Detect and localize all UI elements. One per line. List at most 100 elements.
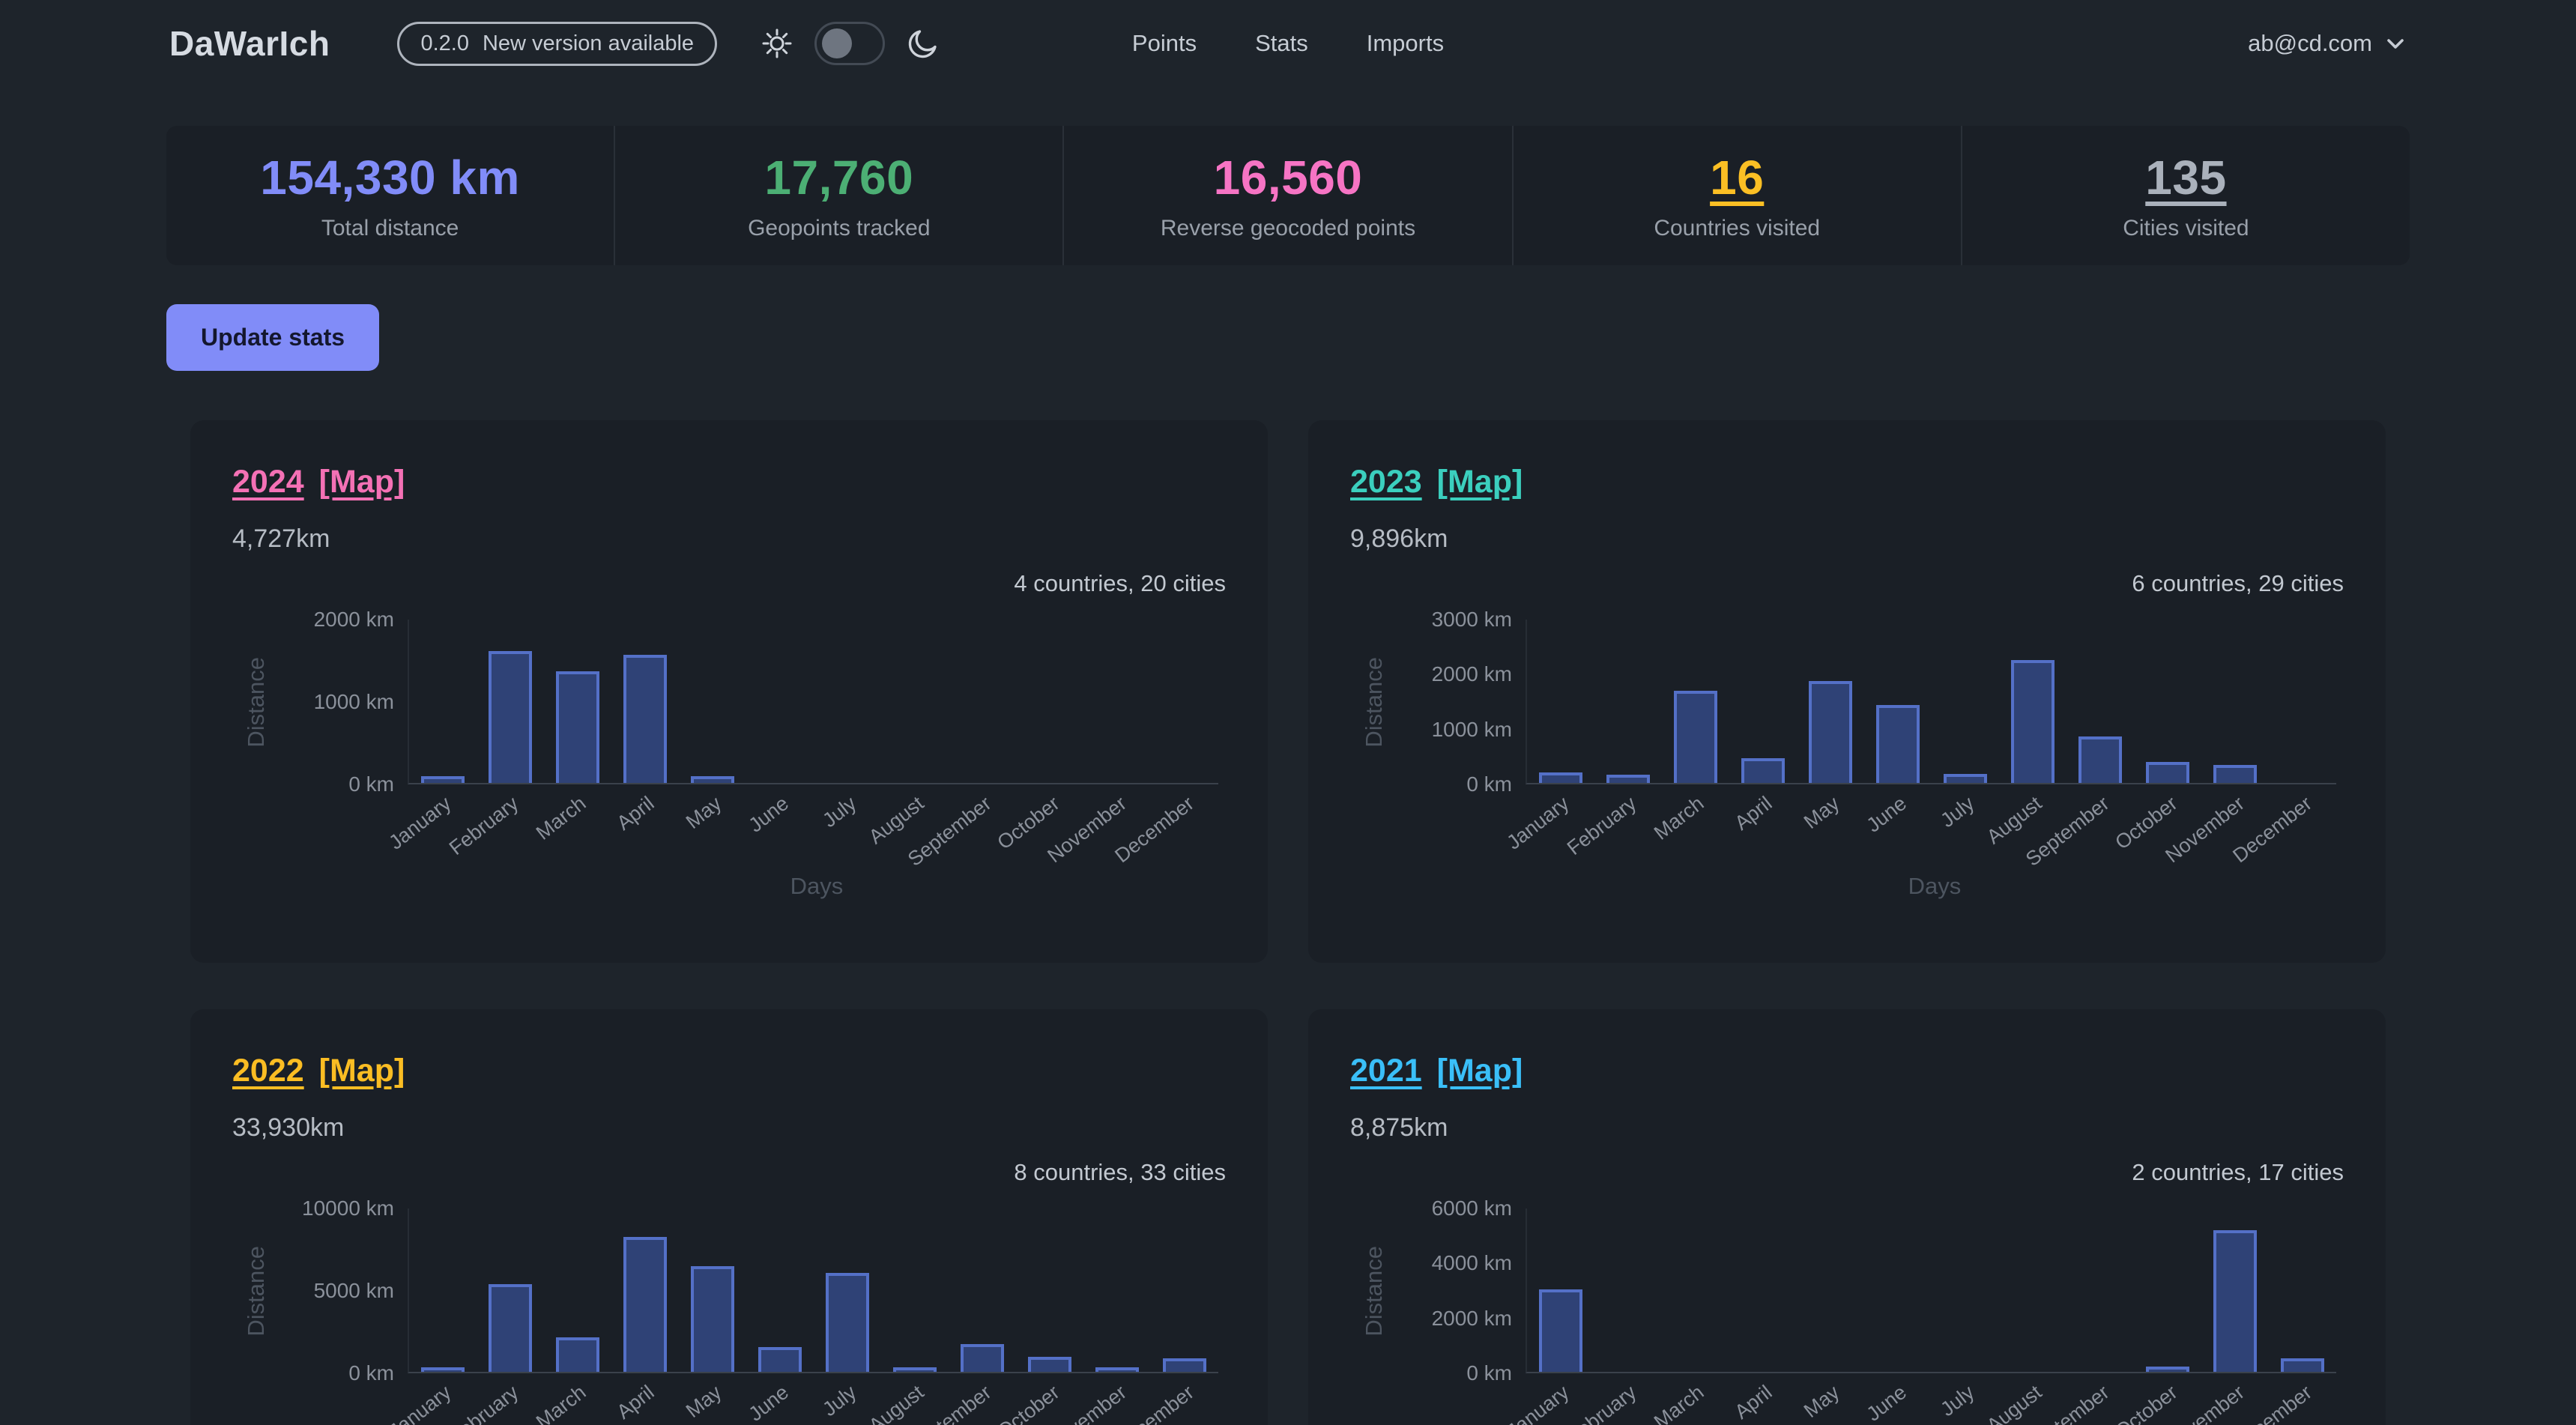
top-navbar: DaWarIch 0.2.0 New version available bbox=[0, 0, 2576, 87]
year-cards-grid: 2024 [Map] 4,727km 4 countries, 20 citie… bbox=[190, 420, 2386, 1425]
bar-january bbox=[421, 1367, 465, 1372]
x-axis-title: Days bbox=[1350, 873, 2344, 903]
stat-total-distance: 154,330 km Total distance bbox=[166, 126, 614, 265]
stat-value: 17,760 bbox=[764, 150, 913, 205]
toggle-knob bbox=[822, 28, 852, 58]
y-tick-label: 0 km bbox=[348, 772, 394, 796]
y-tick-label: 3000 km bbox=[1432, 608, 1512, 632]
bar-august bbox=[2011, 660, 2055, 783]
stat-geopoints: 17,760 Geopoints tracked bbox=[614, 126, 1062, 265]
stat-label: Geopoints tracked bbox=[748, 216, 930, 241]
year-total-distance: 33,930km bbox=[232, 1113, 1226, 1143]
y-axis-title: Distance bbox=[232, 620, 280, 784]
bar-june bbox=[758, 1347, 802, 1372]
bar-march bbox=[1674, 691, 1717, 783]
chevron-down-icon bbox=[2384, 32, 2407, 55]
bar-december bbox=[2281, 1358, 2324, 1372]
stat-reverse-geocoded: 16,560 Reverse geocoded points bbox=[1062, 126, 1511, 265]
bar-may bbox=[691, 1266, 734, 1372]
map-link[interactable]: [Map] bbox=[1437, 1051, 1523, 1090]
x-tick-label: July bbox=[818, 1381, 861, 1421]
x-tick-label: January bbox=[1502, 792, 1573, 855]
x-tick-label: July bbox=[818, 792, 861, 832]
x-tick-label: June bbox=[1863, 792, 1911, 837]
x-tick-label: May bbox=[1800, 1381, 1844, 1423]
x-tick-label: June bbox=[745, 792, 793, 837]
x-tick-label: May bbox=[682, 1381, 726, 1423]
y-axis-tick-labels: 10000 km5000 km0 km bbox=[280, 1208, 408, 1373]
x-tick-label: July bbox=[1936, 1381, 1979, 1421]
y-tick-label: 2000 km bbox=[1432, 1307, 1512, 1331]
x-tick-label: May bbox=[1800, 792, 1844, 834]
map-link[interactable]: [Map] bbox=[319, 1051, 405, 1090]
bar-june bbox=[1876, 705, 1920, 783]
new-version-text: New version available bbox=[483, 31, 694, 56]
bar-april bbox=[1741, 758, 1785, 783]
y-tick-label: 1000 km bbox=[1432, 718, 1512, 742]
y-tick-label: 5000 km bbox=[314, 1279, 394, 1303]
x-tick-label: July bbox=[1936, 792, 1979, 832]
bar-july bbox=[826, 1273, 869, 1372]
stat-label: Total distance bbox=[321, 216, 459, 241]
app-logo: DaWarIch bbox=[169, 23, 330, 64]
x-axis-tick-labels: JanuaryFebruaryMarchAprilMayJuneJulyAugu… bbox=[232, 784, 1218, 873]
countries-cities-summary: 4 countries, 20 cities bbox=[1014, 570, 1226, 597]
x-tick-label: June bbox=[1863, 1381, 1911, 1425]
countries-visited-link[interactable]: 16 bbox=[1710, 150, 1764, 205]
year-link[interactable]: 2021 bbox=[1350, 1051, 1422, 1090]
x-tick-label: May bbox=[682, 792, 726, 834]
stats-summary-panel: 154,330 km Total distance 17,760 Geopoin… bbox=[166, 126, 2410, 265]
theme-toggle[interactable] bbox=[814, 22, 885, 65]
bar-july bbox=[1944, 774, 1987, 783]
year-link[interactable]: 2023 bbox=[1350, 462, 1422, 501]
year-card-2024: 2024 [Map] 4,727km 4 countries, 20 citie… bbox=[190, 420, 1268, 963]
monthly-distance-chart: Distance2000 km1000 km0 kmJanuaryFebruar… bbox=[232, 620, 1226, 903]
y-tick-label: 0 km bbox=[1466, 1361, 1512, 1385]
x-tick-label: April bbox=[612, 1381, 659, 1424]
stat-value: 16,560 bbox=[1214, 150, 1363, 205]
map-link[interactable]: [Map] bbox=[319, 462, 405, 501]
bar-january bbox=[1539, 1289, 1582, 1372]
update-stats-button[interactable]: Update stats bbox=[166, 304, 379, 371]
year-card-2022: 2022 [Map] 33,930km 8 countries, 33 citi… bbox=[190, 1009, 1268, 1425]
user-email: ab@cd.com bbox=[2248, 30, 2372, 57]
x-tick-label: January bbox=[1502, 1381, 1573, 1425]
nav-points[interactable]: Points bbox=[1132, 30, 1197, 57]
stat-label: Reverse geocoded points bbox=[1161, 216, 1415, 241]
monthly-distance-chart: Distance10000 km5000 km0 kmJanuaryFebrua… bbox=[232, 1208, 1226, 1425]
y-tick-label: 0 km bbox=[1466, 772, 1512, 796]
countries-cities-summary: 6 countries, 29 cities bbox=[2132, 570, 2344, 597]
bar-april bbox=[623, 1237, 667, 1372]
bar-october bbox=[2146, 762, 2189, 783]
cities-visited-link[interactable]: 135 bbox=[2145, 150, 2226, 205]
stat-countries-visited: 16 Countries visited bbox=[1512, 126, 1961, 265]
version-number: 0.2.0 bbox=[420, 31, 469, 56]
user-menu[interactable]: ab@cd.com bbox=[2248, 30, 2407, 57]
x-axis-title: Days bbox=[232, 873, 1226, 903]
year-total-distance: 9,896km bbox=[1350, 524, 2344, 554]
nav-imports[interactable]: Imports bbox=[1367, 30, 1444, 57]
moon-icon bbox=[906, 26, 940, 61]
bar-february bbox=[489, 651, 532, 783]
year-link[interactable]: 2022 bbox=[232, 1051, 304, 1090]
bar-october bbox=[1028, 1357, 1071, 1372]
x-tick-label: April bbox=[612, 792, 659, 835]
x-tick-label: January bbox=[384, 1381, 456, 1425]
y-axis-title: Distance bbox=[232, 1208, 280, 1373]
bar-october bbox=[2146, 1367, 2189, 1372]
bar-may bbox=[691, 776, 734, 783]
bar-february bbox=[1606, 775, 1650, 783]
bar-september bbox=[2078, 736, 2122, 783]
y-tick-label: 2000 km bbox=[1432, 662, 1512, 686]
y-axis-tick-labels: 2000 km1000 km0 km bbox=[280, 620, 408, 784]
version-badge[interactable]: 0.2.0 New version available bbox=[397, 22, 717, 66]
bar-september bbox=[961, 1344, 1004, 1372]
y-tick-label: 1000 km bbox=[314, 690, 394, 714]
map-link[interactable]: [Map] bbox=[1437, 462, 1523, 501]
nav-stats[interactable]: Stats bbox=[1255, 30, 1308, 57]
stat-label: Cities visited bbox=[2123, 216, 2249, 241]
main-nav: Points Stats Imports bbox=[1132, 30, 1444, 57]
year-link[interactable]: 2024 bbox=[232, 462, 304, 501]
plot-area bbox=[1526, 1208, 2336, 1373]
y-tick-label: 4000 km bbox=[1432, 1251, 1512, 1275]
